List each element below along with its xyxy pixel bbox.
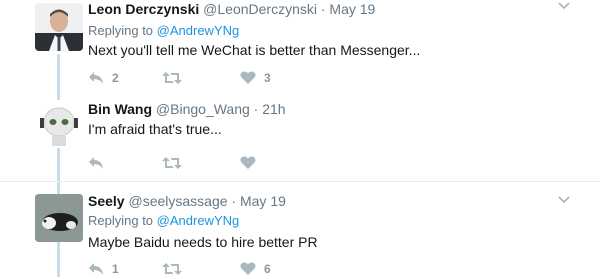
retweet-icon (162, 157, 182, 169)
replying-to-handle[interactable]: @AndrewYNg (157, 213, 240, 228)
separator: · (320, 1, 326, 17)
reply-button[interactable]: 2 (88, 68, 119, 88)
tweet-text: Next you'll tell me WeChat is better tha… (88, 42, 421, 58)
tweet-bin[interactable]: Bin Wang @Bingo_Wang · 21h I'm afraid th… (0, 95, 600, 180)
tweet-seely[interactable]: Seely @seelysassage · May 19 Replying to… (0, 182, 600, 277)
separator: · (231, 193, 237, 209)
replying-to-handle[interactable]: @AndrewYNg (157, 23, 240, 38)
reply-icon (89, 263, 103, 275)
user-handle[interactable]: @seelysassage (128, 193, 227, 209)
tweet-header: Seely @seelysassage · May 19 (88, 192, 286, 210)
timestamp[interactable]: May 19 (329, 1, 375, 17)
timestamp[interactable]: May 19 (240, 193, 286, 209)
replying-to: Replying to @AndrewYNg (88, 23, 239, 39)
tweet-text: I'm afraid that's true... (88, 121, 222, 137)
reply-count: 1 (112, 262, 119, 276)
reply-icon (89, 157, 103, 169)
reply-icon (89, 72, 103, 84)
replying-to-label: Replying to (88, 213, 154, 228)
avatar[interactable] (35, 100, 83, 148)
avatar[interactable] (35, 194, 83, 242)
reply-button[interactable]: 1 (88, 259, 119, 279)
heart-icon (240, 71, 256, 84)
timestamp[interactable]: 21h (262, 101, 285, 117)
chevron-down-icon[interactable] (558, 2, 570, 10)
like-button[interactable]: 3 (240, 68, 271, 88)
thread-line (57, 244, 60, 277)
display-name[interactable]: Leon Derczynski (88, 1, 199, 17)
retweet-icon (162, 263, 182, 275)
like-count: 3 (264, 71, 271, 85)
tweet-header: Leon Derczynski @LeonDerczynski · May 19 (88, 0, 375, 18)
reply-button[interactable] (88, 153, 112, 173)
heart-icon (240, 156, 256, 169)
user-handle[interactable]: @LeonDerczynski (203, 1, 317, 17)
chevron-down-icon[interactable] (558, 196, 570, 204)
reply-count: 2 (112, 71, 119, 85)
display-name[interactable]: Bin Wang (88, 101, 152, 117)
like-count: 6 (264, 262, 271, 276)
like-button[interactable]: 6 (240, 259, 271, 279)
tweet-header: Bin Wang @Bingo_Wang · 21h (88, 100, 286, 118)
tweet-text: Maybe Baidu needs to hire better PR (88, 234, 318, 250)
replying-to-label: Replying to (88, 23, 154, 38)
retweet-button[interactable] (162, 153, 190, 173)
retweet-button[interactable] (162, 68, 190, 88)
replying-to: Replying to @AndrewYNg (88, 213, 239, 229)
heart-icon (240, 262, 256, 275)
display-name[interactable]: Seely (88, 193, 125, 209)
separator: · (253, 101, 259, 117)
avatar[interactable] (35, 3, 83, 51)
like-button[interactable] (240, 153, 264, 173)
retweet-button[interactable] (162, 259, 190, 279)
retweet-icon (162, 72, 182, 84)
user-handle[interactable]: @Bingo_Wang (156, 101, 250, 117)
